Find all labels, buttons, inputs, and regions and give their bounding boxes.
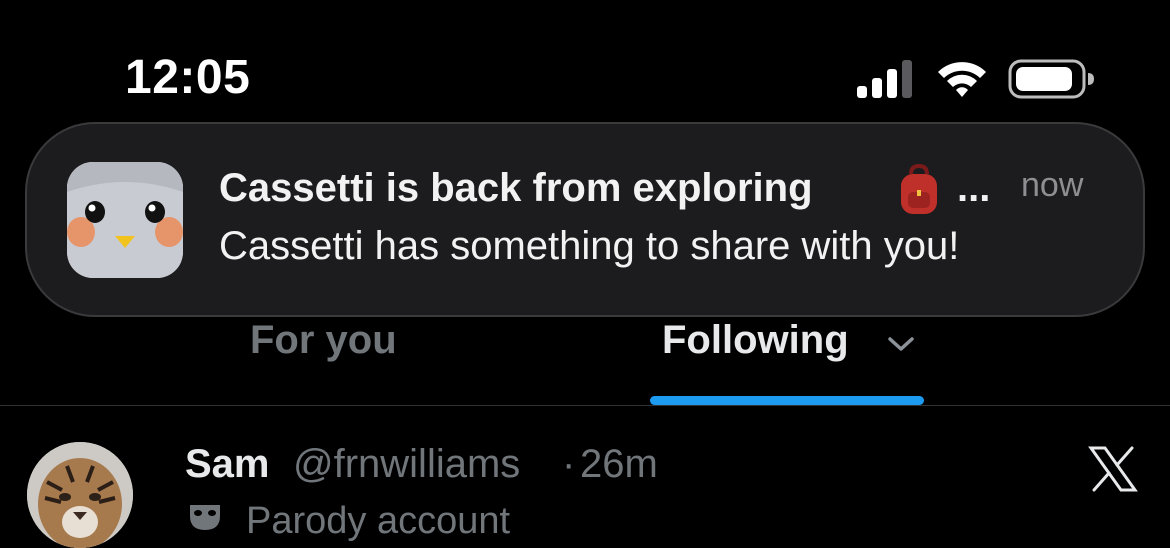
tweet[interactable]: Sam @frnwilliams · 26m Parody account: [0, 406, 1170, 548]
tweet-timestamp[interactable]: 26m: [580, 442, 658, 487]
notification-body: Cassetti has something to share with you…: [219, 224, 960, 268]
parody-mask-icon: [190, 505, 220, 530]
push-notification[interactable]: Cassetti is back from exploring ... now …: [25, 122, 1145, 317]
x-logo-icon: [1088, 446, 1138, 492]
backpack-icon: [901, 164, 937, 214]
penguin-app-icon: [67, 162, 183, 278]
status-time: 12:05: [125, 51, 251, 104]
tab-for-you[interactable]: For you: [250, 318, 397, 363]
battery-icon: [1008, 59, 1094, 99]
tweet-author-handle[interactable]: @frnwilliams: [293, 442, 520, 487]
notification-title-ellipsis: ...: [957, 166, 991, 210]
signal-icon: [857, 60, 912, 98]
active-tab-indicator: [650, 396, 924, 405]
chevron-down-icon[interactable]: [886, 334, 916, 354]
tab-following[interactable]: Following: [662, 318, 849, 363]
tweet-separator: ·: [562, 442, 576, 486]
avatar[interactable]: [27, 442, 133, 548]
notification-time: now: [1021, 166, 1084, 204]
tweet-author-name[interactable]: Sam: [185, 442, 270, 487]
notification-title: Cassetti is back from exploring: [219, 166, 813, 210]
parody-account-label: Parody account: [246, 500, 511, 542]
wifi-icon: [938, 62, 986, 97]
